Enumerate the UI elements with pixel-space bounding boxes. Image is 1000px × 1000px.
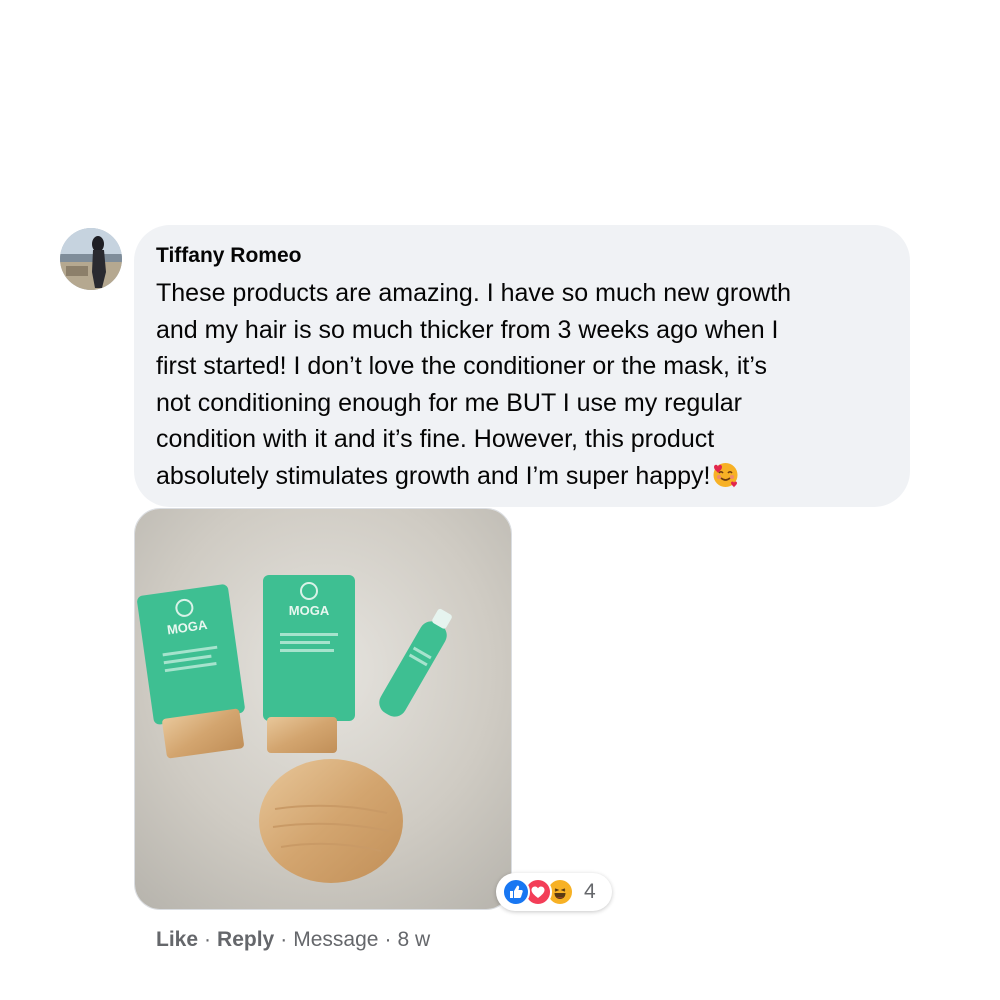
- like-icon: [502, 878, 530, 906]
- separator: ·: [384, 928, 392, 951]
- reply-button[interactable]: Reply: [217, 928, 274, 952]
- comment-actions: Like · Reply · Message · 8 w: [156, 922, 430, 958]
- avatar[interactable]: [60, 228, 122, 290]
- comment-body: These products are amazing. I have so mu…: [156, 275, 888, 494]
- comment-author[interactable]: Tiffany Romeo: [156, 241, 888, 271]
- product-photo: MOGA MOGA: [135, 509, 511, 909]
- reaction-count: 4: [584, 880, 596, 903]
- separator: ·: [204, 928, 212, 951]
- attached-photo[interactable]: MOGA MOGA: [134, 508, 512, 910]
- smiling-face-with-hearts-icon: [712, 461, 739, 488]
- message-button[interactable]: Message: [293, 928, 378, 952]
- comment-bubble: Tiffany Romeo These products are amazing…: [134, 225, 910, 507]
- reactions-summary[interactable]: 4: [496, 873, 612, 911]
- tube-brand-label-2: MOGA: [289, 603, 330, 618]
- avatar-photo: [60, 228, 122, 290]
- comment-text: These products are amazing. I have so mu…: [156, 279, 792, 490]
- comment: Tiffany Romeo These products are amazing…: [0, 0, 1000, 1000]
- separator: ·: [280, 928, 288, 951]
- like-button[interactable]: Like: [156, 928, 198, 952]
- timestamp[interactable]: 8 w: [397, 928, 430, 952]
